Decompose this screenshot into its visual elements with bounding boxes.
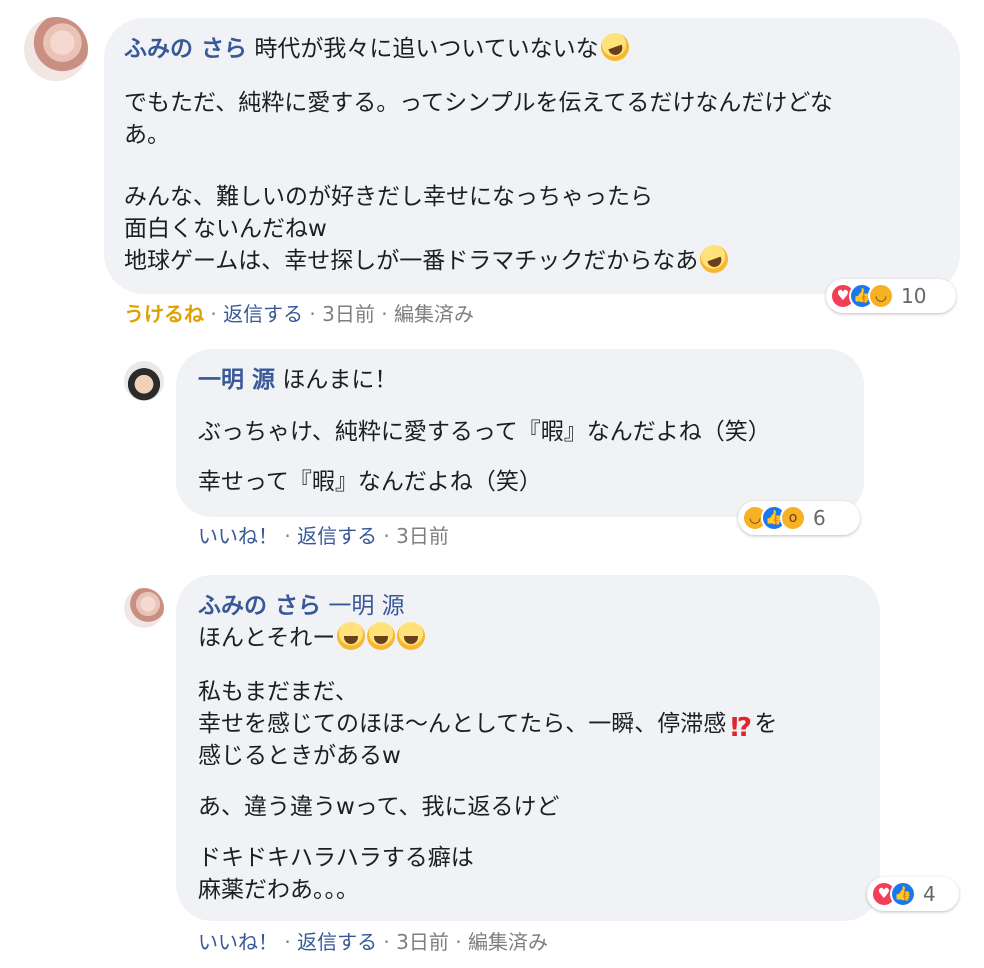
rofl-emoji-icon (696, 241, 733, 277)
haha-reaction-icon: ◡ (868, 283, 894, 309)
comment-text: あ。 (124, 122, 170, 148)
rofl-emoji-icon (596, 29, 633, 65)
timestamp[interactable]: 3日前 (322, 302, 375, 326)
reaction-button[interactable]: うけるね (124, 302, 204, 326)
avatar[interactable] (24, 17, 88, 81)
avatar[interactable] (124, 588, 164, 628)
comment-first-line: ふみの さら 時代が我々に追いついていないな (124, 29, 633, 65)
reaction-summary[interactable]: ♥ 👍 ◡ 10 (826, 279, 956, 313)
reaction-summary[interactable]: ♥ 👍 4 (867, 877, 959, 911)
mention-link[interactable]: 一明 源 (328, 593, 404, 619)
avatar[interactable] (124, 361, 164, 401)
timestamp[interactable]: 3日前 (396, 524, 449, 548)
like-reaction-icon: 👍 (890, 881, 916, 907)
comment-text-last: 地球ゲームは、幸せ探しが一番ドラマチックだからなあ (124, 241, 733, 277)
comment-actions: うけるね · 返信する · 3日前 · 編集済み (124, 302, 474, 326)
comment-actions: いいね！ · 返信する · 3日前 (198, 524, 449, 548)
interrobang-emoji-icon: ⁉ (730, 713, 753, 743)
like-button[interactable]: いいね！ (198, 524, 278, 548)
comment-author[interactable]: ふみの さら (124, 36, 247, 62)
reaction-summary[interactable]: ◡ 👍 o 6 (738, 501, 860, 535)
comment-first-line: ほんとそれー (198, 622, 426, 654)
comment-text: 私もまだまだ、 (198, 679, 358, 705)
reply-link[interactable]: 返信する (297, 930, 377, 954)
reply-link[interactable]: 返信する (297, 524, 377, 548)
timestamp[interactable]: 3日前 (396, 930, 449, 954)
reaction-count: 6 (813, 506, 826, 530)
comment-author[interactable]: ふみの さら (198, 593, 321, 619)
comment-text: 感じるときがあるw (198, 743, 401, 769)
joy-emoji-icon (367, 622, 396, 650)
comment-text: 時代が我々に追いついていないな (254, 36, 599, 62)
reaction-count: 10 (901, 284, 927, 308)
joy-emoji-icon (337, 622, 366, 650)
comment-header: ふみの さら 一明 源 (198, 590, 405, 622)
comment-text: ドキドキハラハラする癖は (198, 845, 474, 871)
comment-text: 面白くないんだねw (124, 216, 327, 242)
comment-text: 麻薬だわあ。。。 (198, 877, 359, 903)
edited-label[interactable]: 編集済み (468, 930, 548, 954)
comment-author[interactable]: 一明 源 (198, 367, 275, 393)
comment-text: あ、違う違うwって、我に返るけど (198, 794, 560, 820)
comment-first-line: 一明 源 ほんまに！ (198, 364, 397, 396)
comment-text: ぶっちゃけ、純粋に愛するって『暇』なんだよね（笑） (198, 419, 771, 445)
comment-text: 幸せって『暇』なんだよね（笑） (198, 469, 542, 495)
comment-text: みんな、難しいのが好きだし幸せになっちゃったら (124, 184, 653, 210)
reply-link[interactable]: 返信する (223, 302, 303, 326)
joy-emoji-icon (397, 622, 426, 650)
edited-label[interactable]: 編集済み (394, 302, 474, 326)
wow-reaction-icon: o (780, 505, 806, 531)
like-button[interactable]: いいね！ (198, 930, 278, 954)
comment-actions: いいね！ · 返信する · 3日前 · 編集済み (198, 930, 548, 954)
comment-text: 幸せを感じてのほほ〜んとしてたら、一瞬、停滞感 ⁉を (198, 711, 778, 743)
comment-text: でもただ、純粋に愛する。ってシンプルを伝えてるだけなんだけどな (124, 90, 833, 116)
comment-text: ほんまに！ (282, 367, 398, 393)
reaction-count: 4 (923, 882, 936, 906)
